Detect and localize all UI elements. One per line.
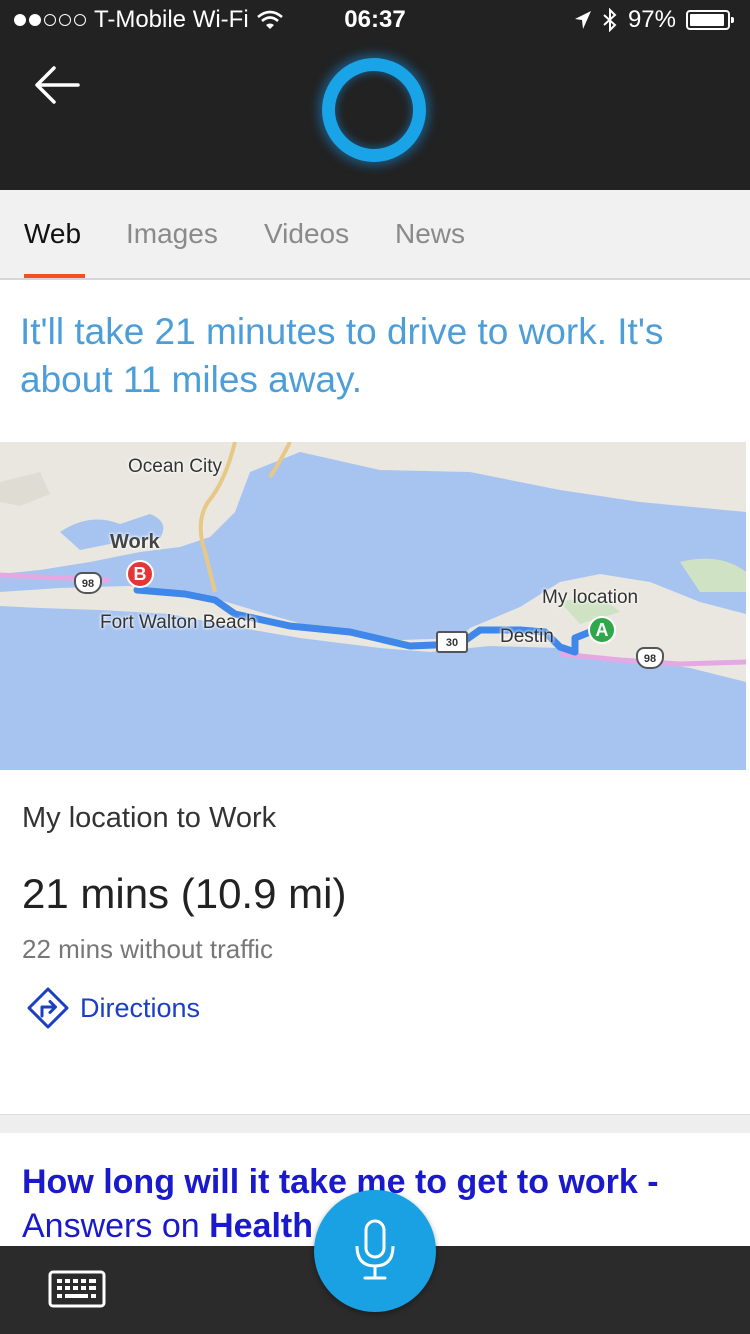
location-arrow-icon [574,11,591,29]
tab-news[interactable]: News [395,218,465,250]
route-title: My location to Work [22,802,277,834]
microphone-button[interactable] [314,1190,436,1312]
tab-web[interactable]: Web [24,218,81,250]
route-start-pin[interactable]: A [588,616,616,644]
route-duration: 21 mins (10.9 mi) [22,870,347,917]
bluetooth-icon [603,8,617,32]
section-divider [0,1114,750,1133]
highway-shield-98-west: 98 [74,572,102,594]
directions-link[interactable]: Directions [26,986,200,1030]
battery-icon [686,10,734,30]
map-label-work: Work [110,531,160,553]
search-tabs: Web Images Videos News [0,190,750,280]
tab-videos[interactable]: Videos [264,218,349,250]
web-result-source-prefix: Answers on [22,1207,210,1245]
directions-icon [27,987,69,1029]
battery-percent: 97% [627,6,676,33]
map-label-fort-walton-beach: Fort Walton Beach [100,612,257,633]
directions-label: Directions [80,992,201,1023]
route-end-pin[interactable]: B [126,560,154,588]
microphone-icon [355,1219,395,1280]
tab-images[interactable]: Images [126,218,218,250]
status-bar: T-Mobile Wi-Fi 06:37 97% [0,0,750,40]
cortana-header [0,40,750,190]
map-label-my-location: My location [542,587,639,608]
cortana-ring-icon[interactable] [322,58,426,162]
status-right: 97% [574,6,734,34]
map-label-ocean-city: Ocean City [128,456,222,477]
web-result-source-name: Health [209,1207,314,1245]
back-arrow-icon[interactable] [30,60,86,110]
active-tab-indicator [24,274,85,278]
highway-shield-98-east: 98 [636,647,664,669]
cortana-answer: It'll take 21 minutes to drive to work. … [20,311,664,400]
route-map[interactable]: Ocean City Work Fort Walton Beach Destin… [0,442,746,770]
map-label-destin: Destin [500,626,554,647]
duration-without-traffic: 22 mins without traffic [22,934,273,964]
keyboard-icon[interactable] [48,1270,106,1308]
highway-shield-30: 30 [436,631,468,653]
